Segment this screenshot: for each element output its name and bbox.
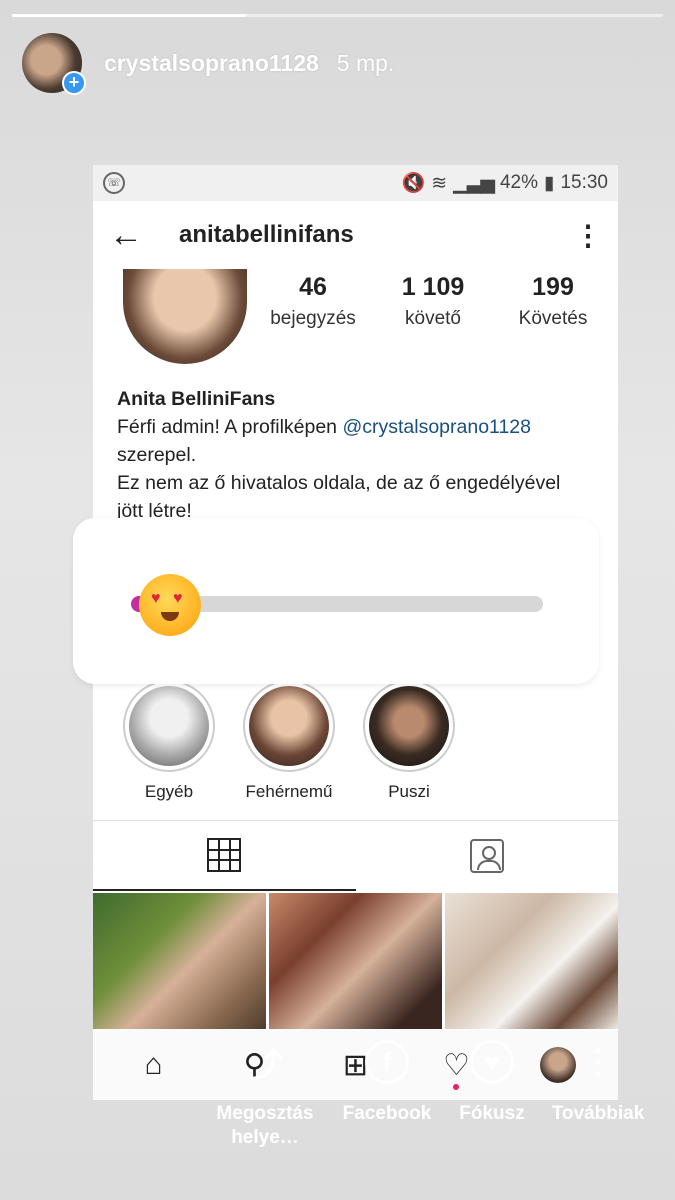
- battery-level: 42%: [499, 172, 538, 193]
- profile-picture: [123, 269, 247, 364]
- stat-following-label: Követés: [518, 308, 588, 329]
- tab-tagged: [356, 821, 619, 891]
- highlight-image: [129, 686, 209, 766]
- wifi-icon: ≋: [431, 172, 448, 194]
- profile-stats: 46 bejegyzés 1 109 követő 199 Követés: [253, 273, 613, 330]
- stat-followers: 1 109 követő: [373, 273, 493, 330]
- grid-photo: [445, 893, 618, 1029]
- stat-following: 199 Követés: [493, 273, 613, 330]
- story-timestamp: 5 mp.: [336, 49, 395, 76]
- tagged-user-icon: [469, 839, 504, 873]
- facebook-icon: f: [365, 1040, 409, 1084]
- highlight-image: [249, 686, 329, 766]
- battery-icon: ▮: [543, 172, 555, 194]
- back-arrow-icon: ←: [109, 215, 143, 254]
- tab-grid: [93, 821, 356, 891]
- story-actions: ⤴ Megosztás helye… f Facebook ♥ Fókusz ⋮…: [0, 1040, 675, 1190]
- grid-icon: [207, 838, 242, 872]
- highlight-item: Egyéb: [109, 680, 229, 802]
- share-location-button[interactable]: ⤴ Megosztás helye…: [210, 1040, 320, 1150]
- signal-icon: ▁▃▅: [453, 172, 495, 194]
- heart-icon: ♥: [470, 1040, 514, 1084]
- highlight-image: [369, 686, 449, 766]
- viber-icon: ☏: [103, 172, 125, 194]
- more-icon: ⋮: [581, 1043, 615, 1081]
- highlight-label: Egyéb: [144, 782, 194, 801]
- share-icon: ⤴: [248, 1046, 282, 1085]
- story-highlights: Egyéb Fehérnemű Puszi: [93, 680, 618, 802]
- highlight-item: Puszi: [349, 680, 469, 802]
- bio-line-3: Ez nem az ő hivatalos oldala, de az ő en…: [117, 472, 561, 494]
- stat-followers-label: követő: [405, 308, 461, 329]
- highlight-ring: [363, 680, 455, 772]
- highlight-label: Fehérnemű: [245, 782, 333, 801]
- highlight-item: Fehérnemű: [229, 680, 349, 802]
- bio-line-1: Férfi admin! A profilképen @crystalsopra…: [117, 413, 597, 441]
- stat-posts: 46 bejegyzés: [253, 273, 373, 330]
- story-progress-fill: [12, 14, 247, 17]
- phone-statusbar: ☏ 🔇 ≋ ▁▃▅ 42% ▮ 15:30: [93, 165, 618, 201]
- grid-photo: [93, 893, 266, 1029]
- story-progress-bar: [12, 14, 663, 17]
- story-header: + crystalsoprano1128 5 mp.: [22, 32, 395, 95]
- stat-followers-count: 1 109: [401, 273, 465, 301]
- more-label: Továbbiak: [551, 1103, 645, 1124]
- bio-line-2: szerepel.: [117, 444, 197, 466]
- share-label-line1: Megosztás: [216, 1103, 314, 1124]
- smile-mouth: [161, 612, 179, 621]
- heart-icon: ♥: [151, 590, 161, 607]
- more-button[interactable]: ⋮ Továbbiak: [548, 1040, 648, 1126]
- heart-icon: ♥: [173, 590, 183, 607]
- more-vertical-icon: ⋮: [574, 219, 602, 251]
- highlight-label: Puszi: [388, 782, 430, 801]
- highlight-ring: [243, 680, 335, 772]
- story-avatar[interactable]: +: [22, 33, 86, 95]
- add-story-icon[interactable]: +: [62, 71, 86, 95]
- profile-header: [123, 269, 247, 364]
- mute-icon: 🔇: [401, 173, 426, 194]
- profile-bio: Anita BelliniFans Férfi admin! A profilk…: [117, 385, 597, 525]
- story-username[interactable]: crystalsoprano1128: [104, 50, 319, 77]
- highlight-ring: [123, 680, 215, 772]
- phone-clock: 15:30: [560, 172, 608, 193]
- grid-photo: [269, 893, 442, 1029]
- emoji-slider-sticker: ♥ ♥: [73, 518, 599, 684]
- stat-posts-count: 46: [299, 273, 327, 301]
- focus-button[interactable]: ♥ Fókusz: [452, 1040, 532, 1126]
- share-label-line2: helye…: [231, 1127, 299, 1148]
- bio-mention-link: @crystalsoprano1128: [342, 416, 531, 438]
- stat-posts-label: bejegyzés: [270, 308, 356, 329]
- profile-display-name: Anita BelliniFans: [117, 388, 276, 410]
- profile-tabs: [93, 821, 618, 891]
- photo-grid: [93, 893, 618, 1029]
- heart-eyes-emoji-icon[interactable]: ♥ ♥: [139, 574, 201, 636]
- focus-label: Fókusz: [459, 1103, 525, 1124]
- facebook-button[interactable]: f Facebook: [335, 1040, 439, 1126]
- profile-topbar: ← anitabellinifans ⋮: [93, 201, 618, 269]
- profile-username: anitabellinifans: [179, 221, 354, 248]
- stat-following-count: 199: [532, 273, 574, 301]
- bio-text: Férfi admin! A profilképen: [117, 416, 343, 438]
- facebook-label: Facebook: [342, 1103, 432, 1124]
